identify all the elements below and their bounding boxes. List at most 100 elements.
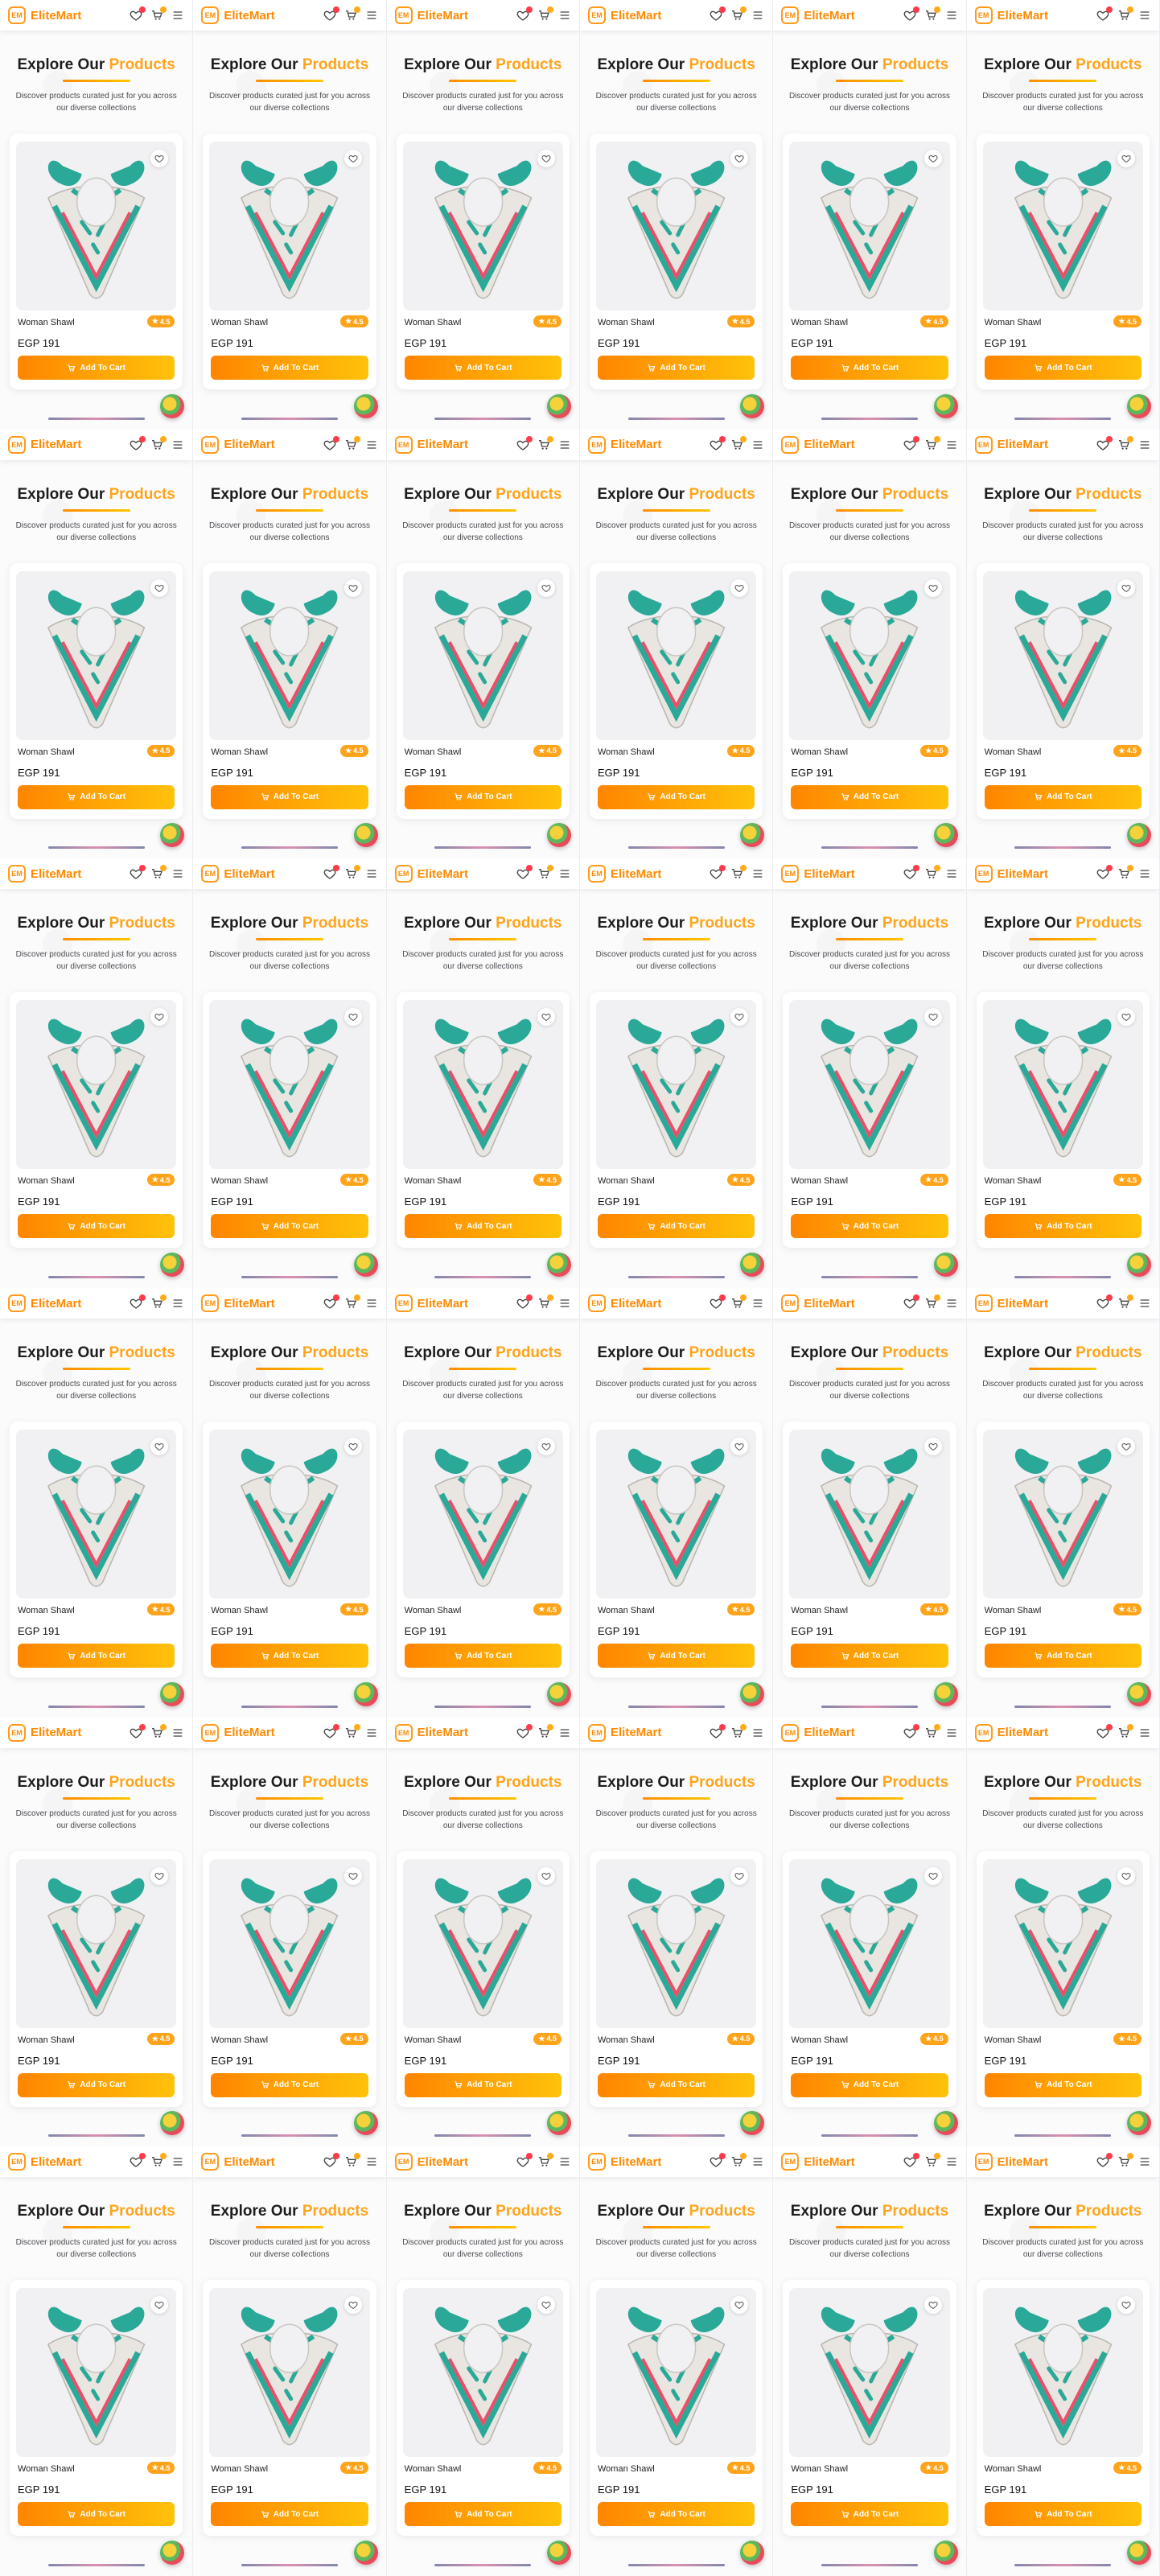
brand-name[interactable]: EliteMart [31, 867, 81, 881]
product-card[interactable]: Woman Shawl ★ 4.5 EGP 191 Add To Cart [589, 1850, 763, 2107]
product-card[interactable]: Woman Shawl ★ 4.5 EGP 191 Add To Cart [396, 1850, 570, 2107]
product-name[interactable]: Woman Shawl [211, 1606, 268, 1615]
floating-promo-button[interactable] [1126, 2111, 1151, 2136]
product-name[interactable]: Woman Shawl [405, 747, 462, 757]
product-card[interactable]: Woman Shawl ★ 4.5 EGP 191 Add To Cart [976, 134, 1150, 389]
menu-icon[interactable] [1138, 2155, 1151, 2168]
brand-name[interactable]: EliteMart [224, 438, 274, 451]
menu-icon[interactable] [171, 438, 184, 451]
heart-icon[interactable] [323, 1294, 339, 1310]
product-image[interactable] [789, 570, 950, 740]
product-name[interactable]: Woman Shawl [18, 2035, 75, 2045]
product-image[interactable] [16, 142, 177, 311]
brand-name[interactable]: EliteMart [418, 438, 468, 451]
floating-promo-button[interactable] [546, 393, 571, 418]
logo-badge[interactable]: EM [394, 435, 413, 454]
heart-icon[interactable] [710, 1723, 726, 1739]
logo-badge[interactable]: EM [781, 1294, 800, 1312]
logo-badge[interactable]: EM [201, 865, 220, 883]
brand-name[interactable]: EliteMart [224, 2155, 274, 2169]
product-name[interactable]: Woman Shawl [791, 747, 848, 757]
product-name[interactable]: Woman Shawl [598, 318, 655, 327]
add-to-cart-button[interactable]: Add To Cart [404, 2502, 561, 2527]
product-image[interactable] [402, 1430, 563, 1599]
heart-outline-icon[interactable] [343, 1438, 362, 1455]
heart-outline-icon[interactable] [150, 1866, 169, 1885]
heart-icon[interactable] [130, 1723, 146, 1739]
menu-icon[interactable] [365, 438, 378, 451]
brand-name[interactable]: EliteMart [224, 9, 274, 23]
heart-icon[interactable] [903, 6, 919, 22]
cart-icon[interactable] [924, 1294, 940, 1310]
logo-badge[interactable]: EM [8, 865, 26, 883]
product-card[interactable]: Woman Shawl ★ 4.5 EGP 191 Add To Cart [976, 2280, 1150, 2537]
cart-icon[interactable] [150, 1723, 167, 1739]
brand-name[interactable]: EliteMart [418, 2155, 468, 2169]
menu-icon[interactable] [1138, 438, 1151, 451]
add-to-cart-button[interactable]: Add To Cart [18, 784, 175, 809]
product-image[interactable] [595, 1000, 757, 1170]
product-card[interactable]: Woman Shawl ★ 4.5 EGP 191 Add To Cart [203, 562, 376, 819]
product-card[interactable]: Woman Shawl ★ 4.5 EGP 191 Add To Cart [783, 992, 956, 1249]
heart-outline-icon[interactable] [343, 578, 362, 597]
product-image[interactable] [209, 1858, 370, 2028]
cart-icon[interactable] [150, 435, 167, 451]
brand-name[interactable]: EliteMart [224, 1297, 274, 1311]
logo-badge[interactable]: EM [201, 1294, 220, 1312]
product-card[interactable]: Woman Shawl ★ 4.5 EGP 191 Add To Cart [396, 2280, 570, 2537]
brand-name[interactable]: EliteMart [998, 1297, 1048, 1311]
floating-promo-button[interactable] [933, 393, 958, 418]
add-to-cart-button[interactable]: Add To Cart [791, 2072, 948, 2097]
floating-promo-button[interactable] [740, 1681, 765, 1706]
add-to-cart-button[interactable]: Add To Cart [18, 2502, 175, 2527]
logo-badge[interactable]: EM [587, 1723, 606, 1742]
product-image[interactable] [209, 1000, 370, 1170]
heart-outline-icon[interactable] [730, 578, 749, 597]
add-to-cart-button[interactable]: Add To Cart [211, 784, 368, 809]
product-name[interactable]: Woman Shawl [211, 747, 268, 757]
product-name[interactable]: Woman Shawl [598, 1606, 655, 1615]
product-card[interactable]: Woman Shawl ★ 4.5 EGP 191 Add To Cart [976, 1850, 1150, 2107]
product-image[interactable] [982, 2288, 1143, 2458]
logo-badge[interactable]: EM [394, 6, 413, 24]
product-name[interactable]: Woman Shawl [598, 747, 655, 757]
product-card[interactable]: Woman Shawl ★ 4.5 EGP 191 Add To Cart [783, 134, 956, 389]
add-to-cart-button[interactable]: Add To Cart [18, 1644, 175, 1668]
floating-promo-button[interactable] [160, 1681, 185, 1706]
product-name[interactable]: Woman Shawl [18, 747, 75, 757]
product-name[interactable]: Woman Shawl [18, 1606, 75, 1615]
product-name[interactable]: Woman Shawl [985, 2035, 1042, 2045]
product-image[interactable] [595, 570, 757, 740]
menu-icon[interactable] [751, 867, 764, 880]
logo-badge[interactable]: EM [974, 435, 993, 454]
add-to-cart-button[interactable]: Add To Cart [18, 2072, 175, 2097]
brand-name[interactable]: EliteMart [418, 1297, 468, 1311]
product-name[interactable]: Woman Shawl [985, 2464, 1042, 2474]
floating-promo-button[interactable] [160, 823, 185, 848]
heart-outline-icon[interactable] [923, 1866, 942, 1885]
floating-promo-button[interactable] [740, 823, 765, 848]
product-name[interactable]: Woman Shawl [598, 1176, 655, 1186]
heart-icon[interactable] [323, 865, 339, 880]
heart-outline-icon[interactable] [150, 578, 169, 597]
cart-icon[interactable] [730, 435, 747, 451]
brand-name[interactable]: EliteMart [998, 9, 1048, 23]
add-to-cart-button[interactable]: Add To Cart [597, 2072, 755, 2097]
cart-icon[interactable] [1117, 2153, 1133, 2168]
heart-outline-icon[interactable] [343, 2296, 362, 2315]
floating-promo-button[interactable] [160, 2111, 185, 2136]
floating-promo-button[interactable] [546, 1253, 571, 1277]
heart-icon[interactable] [1096, 1723, 1113, 1739]
product-card[interactable]: Woman Shawl ★ 4.5 EGP 191 Add To Cart [589, 134, 763, 389]
menu-icon[interactable] [945, 438, 958, 451]
add-to-cart-button[interactable]: Add To Cart [984, 1644, 1141, 1668]
menu-icon[interactable] [1138, 867, 1151, 880]
logo-badge[interactable]: EM [587, 2153, 606, 2171]
product-card[interactable]: Woman Shawl ★ 4.5 EGP 191 Add To Cart [783, 1850, 956, 2107]
heart-icon[interactable] [323, 2153, 339, 2168]
brand-name[interactable]: EliteMart [31, 1297, 81, 1311]
heart-icon[interactable] [710, 2153, 726, 2168]
menu-icon[interactable] [945, 9, 958, 22]
product-image[interactable] [982, 1858, 1143, 2028]
heart-outline-icon[interactable] [343, 150, 362, 167]
